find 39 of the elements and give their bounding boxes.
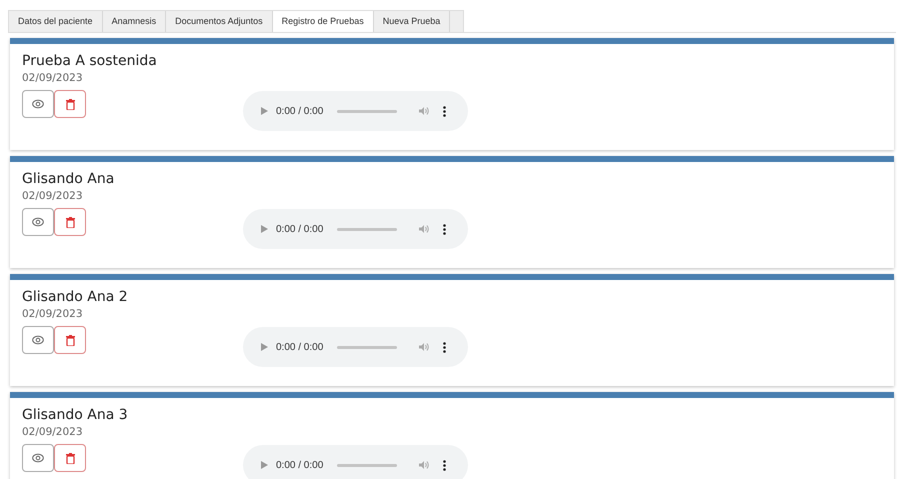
play-icon[interactable]	[261, 107, 268, 115]
more-options-icon[interactable]	[443, 224, 446, 234]
tab[interactable]: Anamnesis	[102, 11, 166, 32]
view-button[interactable]	[22, 208, 54, 236]
audio-time: 0:00 / 0:00	[276, 342, 324, 352]
trash-icon	[66, 452, 74, 464]
more-options-icon[interactable]	[443, 342, 446, 352]
test-date: 02/09/2023	[22, 426, 84, 438]
view-button[interactable]	[22, 444, 54, 472]
tab[interactable]: Registro de Pruebas	[272, 11, 374, 32]
tab[interactable]: Nueva Prueba	[374, 11, 450, 32]
eye-icon	[32, 217, 44, 227]
play-icon[interactable]	[261, 225, 268, 233]
eye-icon	[32, 453, 44, 463]
more-options-icon[interactable]	[443, 460, 446, 470]
audio-time: 0:00 / 0:00	[276, 224, 324, 234]
view-button[interactable]	[22, 90, 54, 118]
delete-button[interactable]	[54, 90, 86, 118]
trash-icon	[66, 334, 74, 346]
more-options-icon[interactable]	[443, 106, 446, 116]
audio-time: 0:00 / 0:00	[276, 460, 324, 470]
eye-icon	[32, 99, 44, 109]
test-date: 02/09/2023	[22, 190, 84, 202]
test-date: 02/09/2023	[22, 308, 84, 320]
play-icon[interactable]	[261, 343, 268, 351]
delete-button[interactable]	[54, 444, 86, 472]
view-button[interactable]	[22, 326, 54, 354]
eye-icon	[32, 335, 44, 345]
delete-button[interactable]	[54, 326, 86, 354]
play-icon[interactable]	[261, 461, 268, 469]
trash-icon	[66, 216, 74, 228]
test-title: Glisando Ana 3	[22, 407, 129, 423]
delete-button[interactable]	[54, 208, 86, 236]
test-title: Glisando Ana 2	[22, 289, 129, 305]
test-title: Prueba A sostenida	[22, 53, 158, 69]
test-title: Glisando Ana	[22, 171, 116, 187]
trash-icon	[66, 98, 74, 110]
audio-time: 0:00 / 0:00	[276, 106, 324, 116]
test-date: 02/09/2023	[22, 72, 84, 84]
